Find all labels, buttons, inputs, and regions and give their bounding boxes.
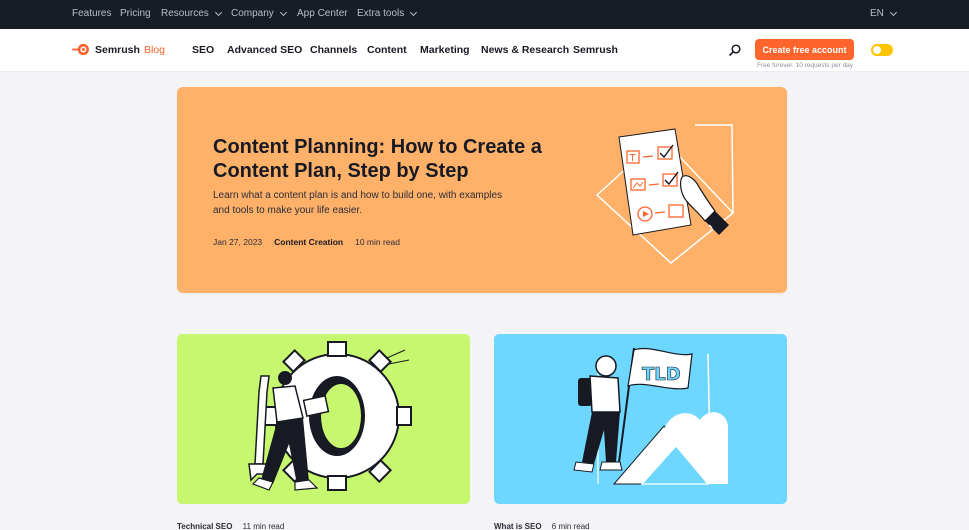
theme-toggle[interactable] xyxy=(871,44,893,56)
article-card-technical-seo[interactable] xyxy=(177,334,470,504)
nav-item-content[interactable]: Content xyxy=(367,44,407,56)
search-icon[interactable] xyxy=(728,43,742,57)
create-free-account-button[interactable]: Create free account xyxy=(755,39,854,60)
gear-mechanic-illustration xyxy=(248,341,412,491)
topbar-dropdown-resources[interactable]: Resources xyxy=(161,8,222,19)
logo-brand-text: Semrush xyxy=(95,43,140,56)
nav-item-semrush[interactable]: Semrush xyxy=(573,44,618,56)
nav-item-advanced-seo[interactable]: Advanced SEO xyxy=(227,44,302,56)
topbar-link-pricing[interactable]: Pricing xyxy=(120,8,151,19)
featured-article-card[interactable]: Content Planning: How to Create a Conten… xyxy=(177,87,787,293)
topbar-link-features[interactable]: Features xyxy=(72,8,111,19)
topbar-link-label: Company xyxy=(231,8,274,19)
language-label: EN xyxy=(870,8,884,19)
nav-item-seo[interactable]: SEO xyxy=(192,44,214,56)
article-category-link[interactable]: Content Creation xyxy=(274,237,343,247)
card-meta-technical-seo: Technical SEO 11 min read xyxy=(177,522,284,530)
topbar-link-label: App Center xyxy=(297,8,348,19)
hiker-flag-illustration: TLD xyxy=(573,347,728,485)
toggle-knob xyxy=(873,46,881,54)
topbar-dropdown-extra-tools[interactable]: Extra tools xyxy=(357,8,418,19)
main-navbar: Semrush Blog SEO Advanced SEO Channels C… xyxy=(0,29,969,72)
semrush-logo-icon xyxy=(72,43,89,56)
topbar-link-label: Pricing xyxy=(120,8,151,19)
card-read-time: 6 min read xyxy=(551,522,590,530)
blog-logo[interactable]: Semrush Blog xyxy=(72,43,165,56)
language-selector[interactable]: EN xyxy=(870,8,897,19)
article-date: Jan 27, 2023 xyxy=(213,237,263,247)
card-meta-what-is-seo: What is SEO 6 min read xyxy=(494,522,590,530)
featured-article-title[interactable]: Content Planning: How to Create a Conten… xyxy=(213,135,573,183)
topbar-link-label: Resources xyxy=(161,8,209,19)
card-category-link[interactable]: What is SEO xyxy=(494,522,542,530)
nav-item-channels[interactable]: Channels xyxy=(310,44,357,56)
topbar-link-label: Features xyxy=(72,8,112,19)
topbar-link-app-center[interactable]: App Center xyxy=(297,8,348,19)
card-read-time: 11 min read xyxy=(242,522,285,530)
article-card-what-is-seo[interactable]: TLD xyxy=(494,334,787,504)
article-read-time: 10 min read xyxy=(355,237,400,247)
chevron-down-icon xyxy=(214,8,222,16)
featured-article-description: Learn what a content plan is and how to … xyxy=(213,190,503,216)
svg-text:T: T xyxy=(629,153,637,164)
featured-article-meta: Jan 27, 2023 Content Creation 10 min rea… xyxy=(213,237,400,247)
content-plan-illustration: T xyxy=(595,124,735,264)
nav-item-news-research[interactable]: News & Research xyxy=(481,44,569,56)
tld-flag-text: TLD xyxy=(642,364,681,385)
card-category-link[interactable]: Technical SEO xyxy=(177,522,232,530)
chevron-down-icon xyxy=(410,8,418,16)
nav-item-marketing[interactable]: Marketing xyxy=(420,44,470,56)
top-bar: Features Pricing Resources Company App C… xyxy=(0,0,969,29)
chevron-down-icon xyxy=(279,8,287,16)
topbar-dropdown-company[interactable]: Company xyxy=(231,8,287,19)
topbar-link-label: Extra tools xyxy=(357,8,405,19)
cta-subtext: Free forever. 10 requests per day xyxy=(756,62,854,69)
logo-blog-text: Blog xyxy=(143,43,165,56)
chevron-down-icon xyxy=(889,8,897,16)
